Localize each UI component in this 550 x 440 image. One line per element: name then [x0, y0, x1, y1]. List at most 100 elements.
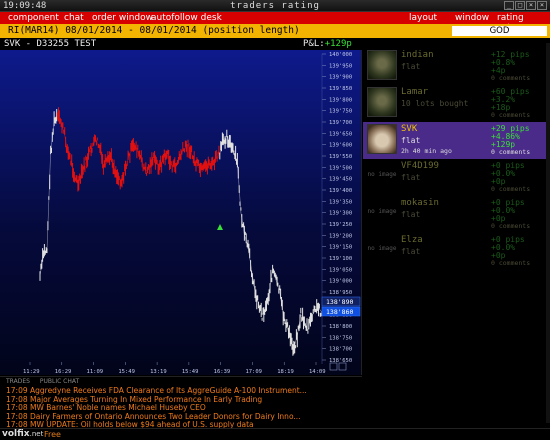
y-tick-label: 139'850	[329, 86, 352, 92]
trader-comments[interactable]: 0 comments	[491, 185, 530, 193]
menu-order-window[interactable]: order window	[92, 13, 153, 23]
instrument-bar: RI(MAR14) 08/01/2014 - 08/01/2014 (posit…	[0, 24, 550, 38]
pnl-label: P&L:	[303, 39, 325, 49]
avatar	[367, 124, 397, 154]
y-tick-label: 138'750	[329, 335, 352, 341]
y-tick-label: 139'900	[329, 75, 352, 81]
y-tick-label: 139'600	[329, 143, 352, 149]
y-tick-label: 139'100	[329, 256, 352, 262]
y-tick-label: 139'500	[329, 165, 352, 171]
avatar-placeholder: no image	[367, 208, 397, 215]
instrument-label[interactable]: RI(MAR14) 08/01/2014 - 08/01/2014 (posit…	[8, 25, 300, 36]
x-tick-label: 15:49	[182, 369, 199, 375]
menu-chat[interactable]: chat	[64, 13, 84, 23]
trader-row[interactable]: Lamar 10 lots bought +60 pips +3.2% +18p 0 co…	[363, 85, 546, 122]
pnl-value: +129p	[324, 39, 352, 49]
trader-position: 10 lots bought	[401, 99, 469, 108]
trader-row[interactable]: no image Elza flat +0 pips +0.0% +0p 0 comment…	[363, 233, 546, 270]
traders-sidebar: indian flat +12 pips +0.8% +4p 0 comments Lama…	[363, 38, 550, 428]
trader-row[interactable]: SVK flat 2h 40 min ago +29 pips +4.86% +129p 0…	[363, 122, 546, 159]
minimize-button[interactable]: _	[504, 1, 514, 10]
x-tick-label: 16:39	[214, 369, 231, 375]
trader-row[interactable]: no image VF4D199 flat +0 pips +0.0% +0p 0 comm…	[363, 159, 546, 196]
maximize-button[interactable]: □	[515, 1, 525, 10]
news-panel: TRADES PUBLIC CHAT 17:09 Aggredyne Receiv…	[0, 376, 362, 429]
trader-name: Elza	[401, 235, 423, 245]
trader-position: flat	[401, 247, 421, 256]
logo-main: volfix	[2, 429, 30, 439]
y-tick-label: 139'050	[329, 267, 352, 273]
x-tick-label: 18:19	[277, 369, 294, 375]
trader-comments[interactable]: 0 comments	[491, 259, 530, 267]
y-tick-label: 139'250	[329, 222, 352, 228]
menu-window[interactable]: window	[455, 13, 489, 23]
x-tick-label: 13:19	[150, 369, 167, 375]
trader-comments[interactable]: 0 comments	[491, 148, 530, 156]
tab-trades[interactable]: TRADES	[6, 378, 30, 385]
menu-component[interactable]: component	[8, 13, 59, 23]
price-chart-svg: 140'000 139'950 139'900 139'850 139'800 139'7…	[23, 52, 361, 375]
trader-comments[interactable]: 0 comments	[491, 74, 530, 82]
chart-fit-button[interactable]	[338, 362, 347, 371]
account-label: SVK - D33255 TEST	[4, 39, 97, 49]
plan-label: Free	[44, 430, 61, 439]
trader-row[interactable]: no image mokasin flat +0 pips +0.0% +0p 0 comm…	[363, 196, 546, 233]
menu-autofollow-desk[interactable]: autofollow desk	[151, 13, 222, 23]
trader-comments[interactable]: 0 comments	[491, 111, 530, 119]
window-title: traders rating	[230, 1, 320, 11]
y-tick-label: 139'650	[329, 131, 352, 137]
trader-comments[interactable]: 0 comments	[491, 222, 530, 230]
y-tick-label: 139'350	[329, 199, 352, 205]
y-tick-label: 139'150	[329, 245, 352, 251]
y-tick-label: 139'000	[329, 279, 352, 285]
y-tick-label: 138'700	[329, 347, 352, 353]
trader-position: flat	[401, 62, 421, 71]
y-tick-label: 139'200	[329, 233, 352, 239]
trader-position: flat	[401, 136, 421, 145]
y-tick-label: 138'800	[329, 324, 352, 330]
x-tick-label: 16:29	[55, 369, 72, 375]
close-panel-button[interactable]: ×	[526, 1, 536, 10]
price-series-line-2	[219, 134, 323, 350]
trader-name: Lamar	[401, 87, 429, 97]
menu-layout[interactable]: layout	[409, 13, 437, 23]
trader-time: 2h 40 min ago	[401, 147, 452, 155]
x-tick-label: 11:09	[87, 369, 104, 375]
trader-name: mokasin	[401, 198, 439, 208]
trader-name: indian	[401, 50, 434, 60]
y-tick-label: 139'700	[329, 120, 352, 126]
rating-badge: GOD	[452, 26, 547, 36]
price-series-1	[57, 107, 220, 192]
title-bar: 19:09:48 traders rating _ □ × ×	[0, 0, 550, 12]
footer: volfix.net Free	[0, 428, 550, 440]
news-tabs: TRADES PUBLIC CHAT	[6, 378, 87, 385]
menu-bar: component chat order window autofollow d…	[0, 12, 550, 33]
price-series-2	[219, 129, 322, 356]
trader-position: flat	[401, 210, 421, 219]
sidebar-scrollbar[interactable]	[546, 43, 550, 423]
trader-name: VF4D199	[401, 161, 439, 171]
y-tick-label: 138'950	[329, 290, 352, 296]
pnl-display: P&L:+129p	[303, 39, 352, 49]
avatar	[367, 87, 397, 117]
y-tick-label: 139'400	[329, 188, 352, 194]
avatar	[367, 50, 397, 80]
trader-position: flat	[401, 173, 421, 182]
y-tick-label: 139'300	[329, 211, 352, 217]
trade-marker-icon	[217, 224, 223, 230]
avatar-placeholder: no image	[367, 245, 397, 252]
chart-zoom-button[interactable]	[329, 362, 338, 371]
current-price-label: 138'860	[326, 308, 353, 316]
price-series-0	[39, 109, 58, 281]
avatar-placeholder: no image	[367, 171, 397, 178]
price-chart[interactable]: 140'000 139'950 139'900 139'850 139'800 139'7…	[0, 50, 362, 375]
x-tick-label: 17:09	[245, 369, 262, 375]
close-button[interactable]: ×	[537, 1, 547, 10]
volfix-logo: volfix.net	[2, 429, 43, 439]
x-tick-label: 14:09	[309, 369, 326, 375]
y-tick-label: 139'550	[329, 154, 352, 160]
chart-header: SVK - D33255 TEST P&L:+129p	[0, 38, 362, 50]
tab-public-chat[interactable]: PUBLIC CHAT	[40, 378, 79, 385]
trader-row[interactable]: indian flat +12 pips +0.8% +4p 0 comments	[363, 48, 546, 85]
y-tick-label: 139'450	[329, 177, 352, 183]
